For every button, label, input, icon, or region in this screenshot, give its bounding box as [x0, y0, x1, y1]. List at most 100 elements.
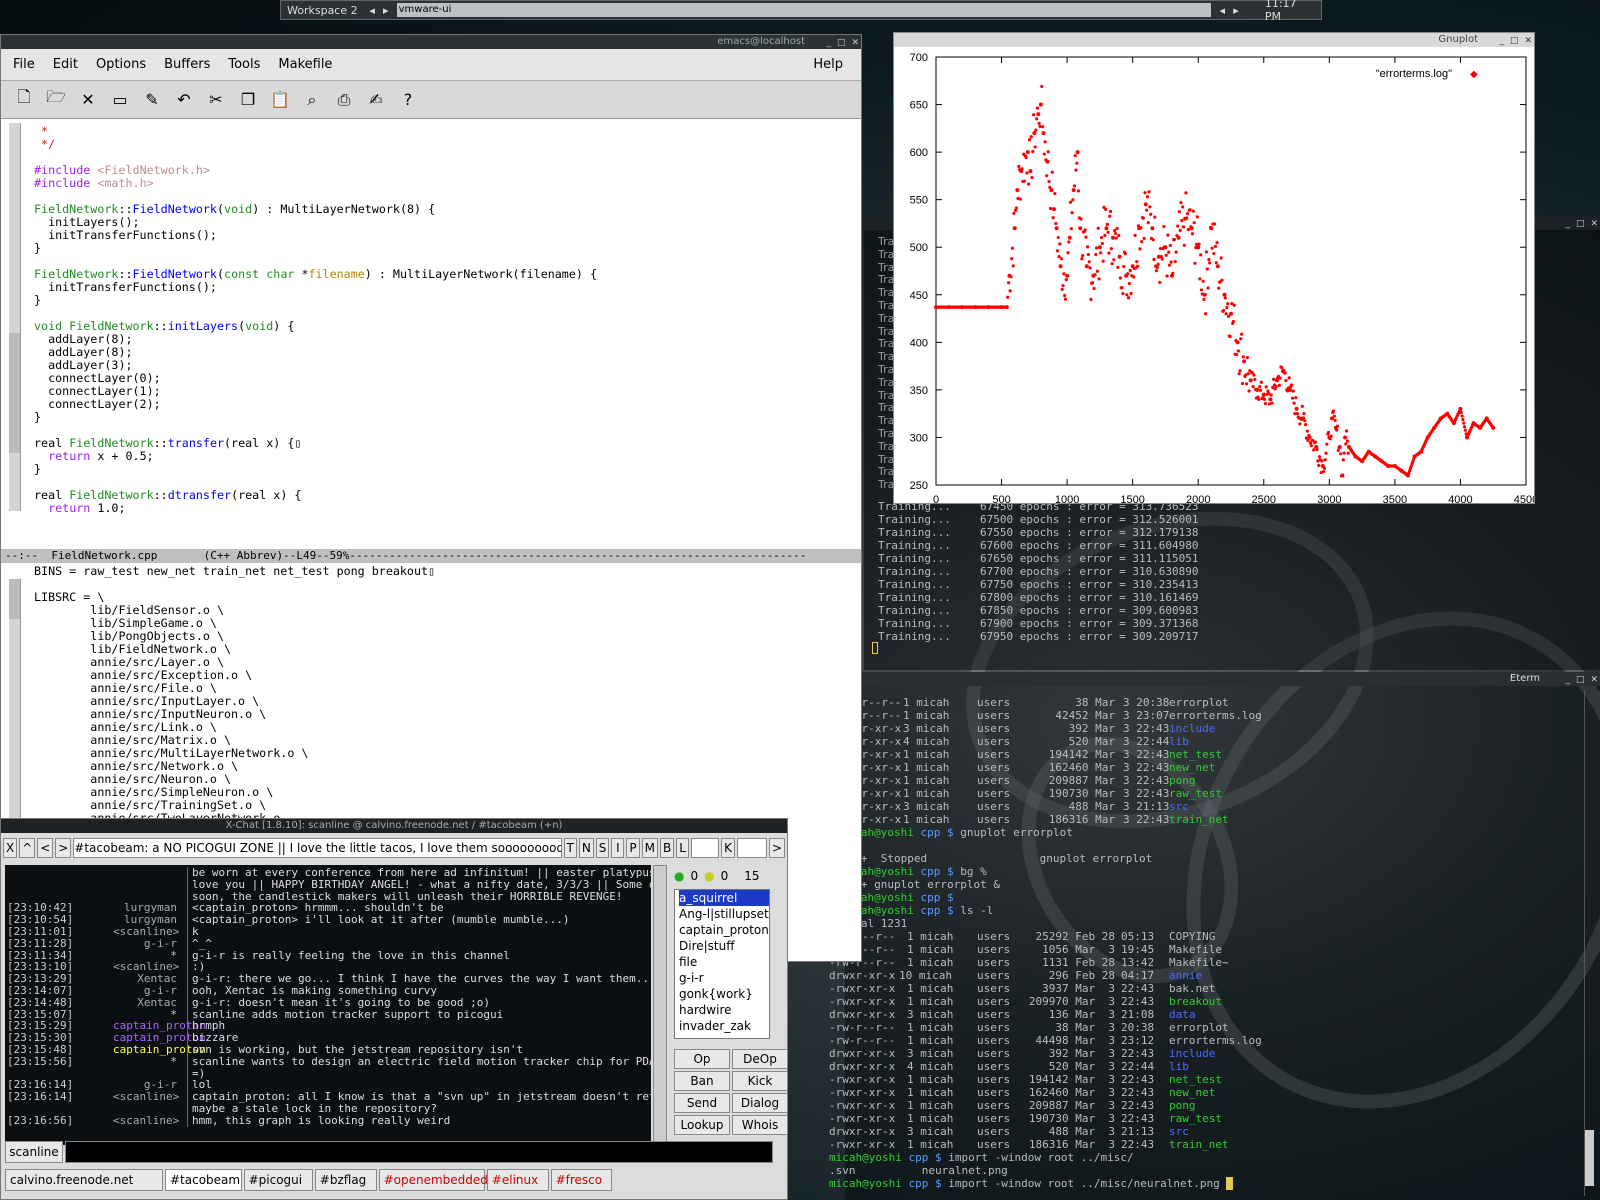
search-icon[interactable]: ⌕: [299, 87, 325, 113]
ls-name[interactable]: include: [1169, 722, 1215, 735]
print-icon[interactable]: ⎙: [331, 87, 357, 113]
right-icon[interactable]: >: [55, 838, 72, 858]
mode-p-button[interactable]: P: [626, 838, 640, 858]
eterm-scrollbar[interactable]: [1584, 690, 1594, 1196]
mode-n-button[interactable]: N: [578, 838, 594, 858]
mode-t-button[interactable]: T: [563, 838, 577, 858]
channel-tab[interactable]: #tacobeam: [165, 1169, 242, 1191]
channel-tab[interactable]: #openembedded: [378, 1169, 488, 1191]
ls-name[interactable]: errorplot: [1169, 1021, 1229, 1034]
cpp-source[interactable]: * */ #include <FieldNetwork.h> #include …: [34, 125, 597, 515]
ls-name[interactable]: include: [1169, 1047, 1215, 1060]
nick-list-item[interactable]: invader_zak: [679, 1018, 769, 1034]
chat-input[interactable]: [65, 1141, 773, 1163]
ls-name[interactable]: net_test: [1169, 1073, 1222, 1086]
undo-icon[interactable]: ↶: [171, 87, 197, 113]
upper-scrollbar[interactable]: [9, 123, 21, 511]
close-tab-button[interactable]: X: [3, 838, 18, 858]
prev-task-icon[interactable]: ◂: [1215, 4, 1229, 17]
channel-tab[interactable]: #picogui: [243, 1169, 313, 1191]
ls-name[interactable]: train_net: [1169, 813, 1229, 826]
scroll-thumb[interactable]: [9, 333, 20, 453]
userlist-kick-button[interactable]: Kick: [732, 1071, 788, 1091]
nick-list[interactable]: a_squirrel Ang-l|stillupset captain_proton…: [674, 889, 770, 1039]
ls-name[interactable]: lib: [1169, 735, 1189, 748]
channel-tab[interactable]: #fresco: [550, 1169, 613, 1191]
workspace-label[interactable]: Workspace 2: [281, 4, 365, 17]
nick-list-item[interactable]: Dire|stuff: [679, 938, 769, 954]
chat-scrollbar[interactable]: [653, 865, 667, 1145]
key-input[interactable]: [736, 838, 767, 858]
ls-name[interactable]: raw_test: [1169, 787, 1222, 800]
next-task-icon[interactable]: ▸: [1229, 4, 1243, 17]
chat-nick[interactable]: *: [113, 1055, 177, 1068]
ls-name[interactable]: annie: [1169, 969, 1202, 982]
ls-name[interactable]: Makefile: [1169, 943, 1222, 956]
menu-help[interactable]: Help: [813, 57, 843, 72]
next-workspace-icon[interactable]: ▸: [379, 4, 393, 17]
userlist-whois-button[interactable]: Whois: [732, 1115, 788, 1135]
mode-k-button[interactable]: K: [721, 838, 735, 858]
mode-b-button[interactable]: B: [659, 838, 675, 858]
left-icon[interactable]: <: [37, 838, 54, 858]
ls-name[interactable]: train_net: [1169, 1138, 1229, 1151]
menu-tools[interactable]: Tools: [228, 57, 260, 72]
eterm-scroll-thumb[interactable]: [1585, 1130, 1594, 1186]
task-button[interactable]: vmware-ui: [396, 3, 1212, 17]
chat-nick[interactable]: <scanline>: [113, 1091, 179, 1103]
cut-icon[interactable]: ✂: [203, 87, 229, 113]
userlist-send-button[interactable]: Send: [674, 1093, 730, 1113]
menu-file[interactable]: File: [13, 57, 35, 72]
menu-makefile[interactable]: Makefile: [278, 57, 332, 72]
close-buffer-icon[interactable]: ✕: [75, 87, 101, 113]
open-folder-icon[interactable]: 🗁: [43, 87, 69, 113]
chat-nick[interactable]: g-i-r: [113, 937, 177, 950]
channel-tab[interactable]: #bzflag: [314, 1169, 377, 1191]
maximize-icon[interactable]: □: [1576, 673, 1585, 687]
userlist-deop-button[interactable]: DeOp: [732, 1049, 788, 1069]
copy-icon[interactable]: ❐: [235, 87, 261, 113]
nick-list-item[interactable]: g-i-r: [679, 970, 769, 986]
makefile-libsrc[interactable]: LIBSRC = \ lib/FieldSensor.o \ lib/Simpl…: [34, 591, 308, 825]
maximize-icon[interactable]: □: [1510, 34, 1519, 48]
scroll-thumb[interactable]: [9, 579, 20, 619]
xchat-window[interactable]: X-Chat [1.8.10]: scanline @ calvino.free…: [0, 818, 788, 1200]
ls-name[interactable]: Makefile~: [1169, 956, 1229, 969]
menu-options[interactable]: Options: [96, 57, 146, 72]
save-icon[interactable]: ▭: [107, 87, 133, 113]
save-as-icon[interactable]: ✎: [139, 87, 165, 113]
ls-name[interactable]: breakout: [1169, 995, 1222, 1008]
userlist-ban-button[interactable]: Ban: [674, 1071, 730, 1091]
chat-log[interactable]: be worn at every conference from here ad…: [5, 865, 651, 1145]
nick-list-item[interactable]: a_squirrel: [679, 890, 769, 906]
ls-name[interactable]: errorplot: [1169, 696, 1229, 709]
mode-i-button[interactable]: I: [611, 838, 625, 858]
chat-nick[interactable]: <scanline>: [113, 1114, 179, 1127]
userlist-lookup-button[interactable]: Lookup: [674, 1115, 730, 1135]
close-icon[interactable]: ✕: [1524, 34, 1532, 48]
prev-workspace-icon[interactable]: ◂: [365, 4, 379, 17]
nick-button[interactable]: scanline: [5, 1141, 63, 1163]
limit-input[interactable]: [691, 838, 720, 858]
ls-name[interactable]: raw_test: [1169, 1112, 1222, 1125]
mode-s-button[interactable]: S: [595, 838, 610, 858]
mode-m-button[interactable]: M: [641, 838, 658, 858]
userlist-op-button[interactable]: Op: [674, 1049, 730, 1069]
close-icon[interactable]: ✕: [1590, 217, 1598, 231]
chat-nick[interactable]: captain_proton: [113, 1044, 206, 1056]
nick-list-item[interactable]: captain_proton: [679, 922, 769, 938]
new-file-icon[interactable]: 🗋: [11, 87, 37, 113]
help-icon[interactable]: ?: [395, 87, 421, 113]
eterm-window[interactable]: Eterm _ □ ✕ -rw-r--r-- 1 micah users 38 Mar 3 …: [829, 672, 1600, 1200]
ls-name[interactable]: lib: [1169, 1060, 1189, 1073]
ls-name[interactable]: errorterms.log: [1169, 1034, 1262, 1047]
channel-tab[interactable]: #elinux: [486, 1169, 549, 1191]
nick-list-item[interactable]: hardwire: [679, 1002, 769, 1018]
menu-edit[interactable]: Edit: [53, 57, 78, 72]
ls-name[interactable]: new_net: [1169, 1086, 1215, 1099]
ls-name[interactable]: new_net: [1169, 761, 1215, 774]
minimize-icon[interactable]: _: [1565, 217, 1570, 231]
menu-buffers[interactable]: Buffers: [164, 57, 210, 72]
ls-name[interactable]: bak.net: [1169, 982, 1215, 995]
ls-name[interactable]: net_test: [1169, 748, 1222, 761]
